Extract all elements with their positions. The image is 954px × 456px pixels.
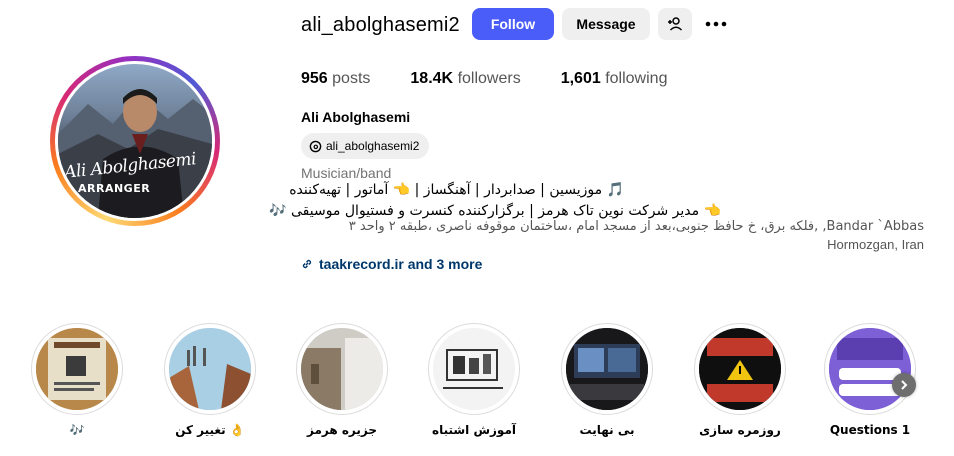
highlight-item[interactable]: بی نهایت — [561, 323, 653, 437]
posts-count: 956 — [301, 70, 328, 87]
profile-stats: 956 posts 18.4K followers 1,601 followin… — [301, 70, 707, 88]
bio-link-text: taakrecord.ir and 3 more — [319, 256, 483, 272]
highlight-item[interactable]: 🎶 — [31, 323, 123, 437]
highlight-label: Questions 1 — [829, 423, 911, 437]
highlight-label: جزیره هرمز — [306, 423, 378, 437]
followers-stat[interactable]: 18.4K followers — [410, 70, 520, 88]
highlight-item[interactable]: تغییر کن 👌 — [164, 323, 256, 437]
highlight-cover — [36, 328, 118, 410]
bio-line-1: 🎵 موزیسین | صدابردار | آهنگساز | 👈 آماتو… — [289, 182, 624, 198]
profile-avatar[interactable]: Ali Abolghasemi ARRANGER — [50, 56, 220, 226]
threads-badge[interactable]: ali_abolghasemi2 — [301, 133, 430, 159]
highlight-cover — [433, 328, 515, 410]
highlight-item[interactable]: آموزش اشتباه — [428, 323, 520, 437]
following-label: following — [605, 70, 668, 87]
highlight-label: روزمره سازی — [699, 423, 781, 437]
highlight-cover — [301, 328, 383, 410]
highlight-item[interactable]: جزیره هرمز — [296, 323, 388, 437]
follow-button[interactable]: Follow — [472, 8, 554, 40]
highlight-label: آموزش اشتباه — [431, 423, 516, 437]
link-icon — [302, 259, 312, 269]
avatar-image: Ali Abolghasemi ARRANGER — [58, 64, 212, 218]
profile-full-name: Ali Abolghasemi — [301, 109, 411, 125]
message-button[interactable]: Message — [562, 8, 650, 40]
followers-count: 18.4K — [410, 70, 454, 87]
followers-label: followers — [457, 70, 521, 87]
highlight-cover — [699, 328, 781, 410]
highlight-item[interactable]: روزمره سازی — [694, 323, 786, 437]
highlights-next-button[interactable] — [892, 373, 916, 397]
more-options-button[interactable] — [700, 8, 732, 40]
more-horizontal-icon — [705, 21, 727, 27]
suggested-accounts-button[interactable] — [658, 8, 692, 40]
address-line-2: Hormozgan, Iran — [827, 237, 924, 252]
highlight-label: بی نهایت — [579, 423, 635, 437]
highlight-cover — [829, 328, 911, 410]
address-line-1: Bandar `Abbas, ,فلکه برق، خ حافظ جنوبی،ب… — [348, 219, 924, 234]
following-stat[interactable]: 1,601 following — [561, 70, 668, 88]
highlight-cover — [566, 328, 648, 410]
posts-label: posts — [332, 70, 371, 87]
highlight-label: 🎶 — [69, 423, 85, 437]
bio-line-2: 👈 مدیر شرکت نوین تاک هرمز | برگزارکننده … — [269, 203, 721, 219]
profile-username: ali_abolghasemi2 — [301, 14, 460, 36]
threads-handle: ali_abolghasemi2 — [326, 139, 420, 153]
chevron-right-icon — [901, 380, 908, 390]
threads-icon — [309, 140, 322, 152]
following-count: 1,601 — [560, 70, 601, 87]
posts-stat: 956 posts — [301, 70, 370, 88]
highlight-cover — [169, 328, 251, 410]
bio-link[interactable]: taakrecord.ir and 3 more — [301, 256, 482, 272]
avatar-subtitle: ARRANGER — [78, 182, 151, 195]
person-add-icon — [668, 17, 683, 31]
highlight-label: تغییر کن 👌 — [175, 423, 245, 437]
profile-category: Musician/band — [301, 165, 392, 181]
